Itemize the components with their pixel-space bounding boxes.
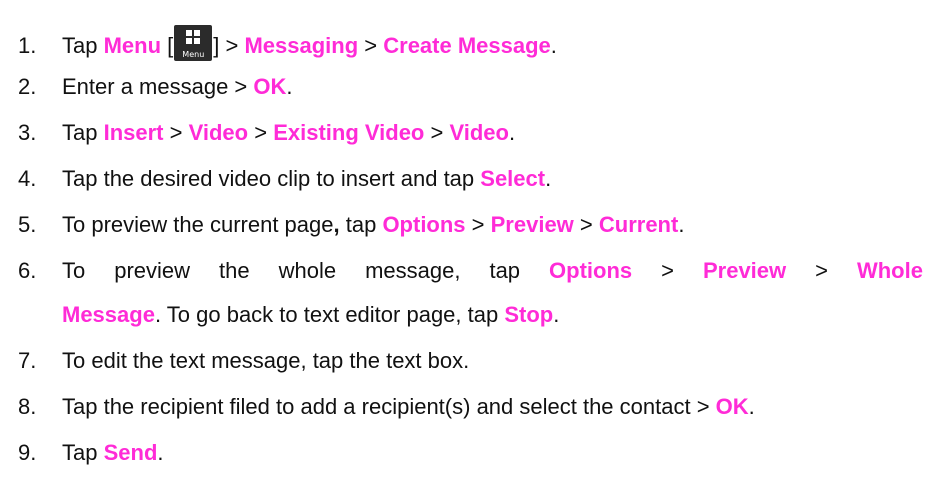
keyword-existing-video: Existing Video: [273, 120, 425, 145]
step-text: To preview the current page: [62, 212, 334, 237]
step-number: 7.: [18, 348, 37, 373]
keyword-message: Message: [62, 302, 155, 327]
step-text: Enter a message >: [62, 74, 254, 99]
step-text: Tap: [62, 440, 104, 465]
step-number: 6.: [18, 258, 37, 283]
step-number: 4.: [18, 166, 37, 191]
step-number: 5.: [18, 212, 37, 237]
step-6-line-1: To preview the whole message, tap Option…: [62, 256, 923, 286]
keyword-send: Send: [103, 440, 158, 465]
step-number: 3.: [18, 120, 37, 145]
step-text: Tap the desired video clip to insert and…: [62, 166, 481, 191]
keyword-preview: Preview: [702, 258, 787, 283]
menu-icon: Menu: [174, 25, 213, 61]
keyword-select: Select: [480, 166, 546, 191]
step-2: 2. Enter a message > OK.: [18, 72, 923, 102]
step-number: 2.: [18, 74, 37, 99]
step-1: 1. Tap Menu [Menu] > Messaging > Create M…: [18, 25, 923, 61]
keyword-ok: OK: [253, 74, 287, 99]
keyword-ok: OK: [715, 394, 749, 419]
keyword-stop: Stop: [504, 302, 554, 327]
step-4: 4. Tap the desired video clip to insert a…: [18, 164, 923, 194]
step-number: 8.: [18, 394, 37, 419]
step-text: To edit the text message, tap the text b…: [62, 348, 470, 373]
keyword-menu: Menu: [103, 33, 162, 58]
step-text: Tap: [62, 33, 104, 58]
menu-icon-label: Menu: [182, 50, 205, 59]
step-text: Tap: [62, 120, 104, 145]
step-number: 9.: [18, 440, 37, 465]
step-7: 7. To edit the text message, tap the text…: [18, 346, 923, 376]
step-3: 3. Tap Insert > Video > Existing Video > …: [18, 118, 923, 148]
keyword-create-message: Create Message: [383, 33, 551, 58]
keyword-messaging: Messaging: [244, 33, 359, 58]
keyword-video: Video: [449, 120, 509, 145]
keyword-options: Options: [382, 212, 466, 237]
keyword-insert: Insert: [103, 120, 164, 145]
step-8: 8. Tap the recipient filed to add a recip…: [18, 392, 923, 422]
step-5: 5. To preview the current page, tap Optio…: [18, 210, 923, 240]
keyword-video: Video: [188, 120, 249, 145]
step-9: 9. Tap Send.: [18, 438, 923, 468]
keyword-options: Options: [549, 258, 633, 283]
step-6-line-2: Message. To go back to text editor page,…: [62, 302, 560, 327]
step-text: Tap the recipient filed to add a recipie…: [62, 394, 716, 419]
keyword-current: Current: [598, 212, 679, 237]
keyword-preview: Preview: [490, 212, 574, 237]
keyword-whole: Whole: [856, 258, 923, 283]
step-number: 1.: [18, 33, 37, 58]
